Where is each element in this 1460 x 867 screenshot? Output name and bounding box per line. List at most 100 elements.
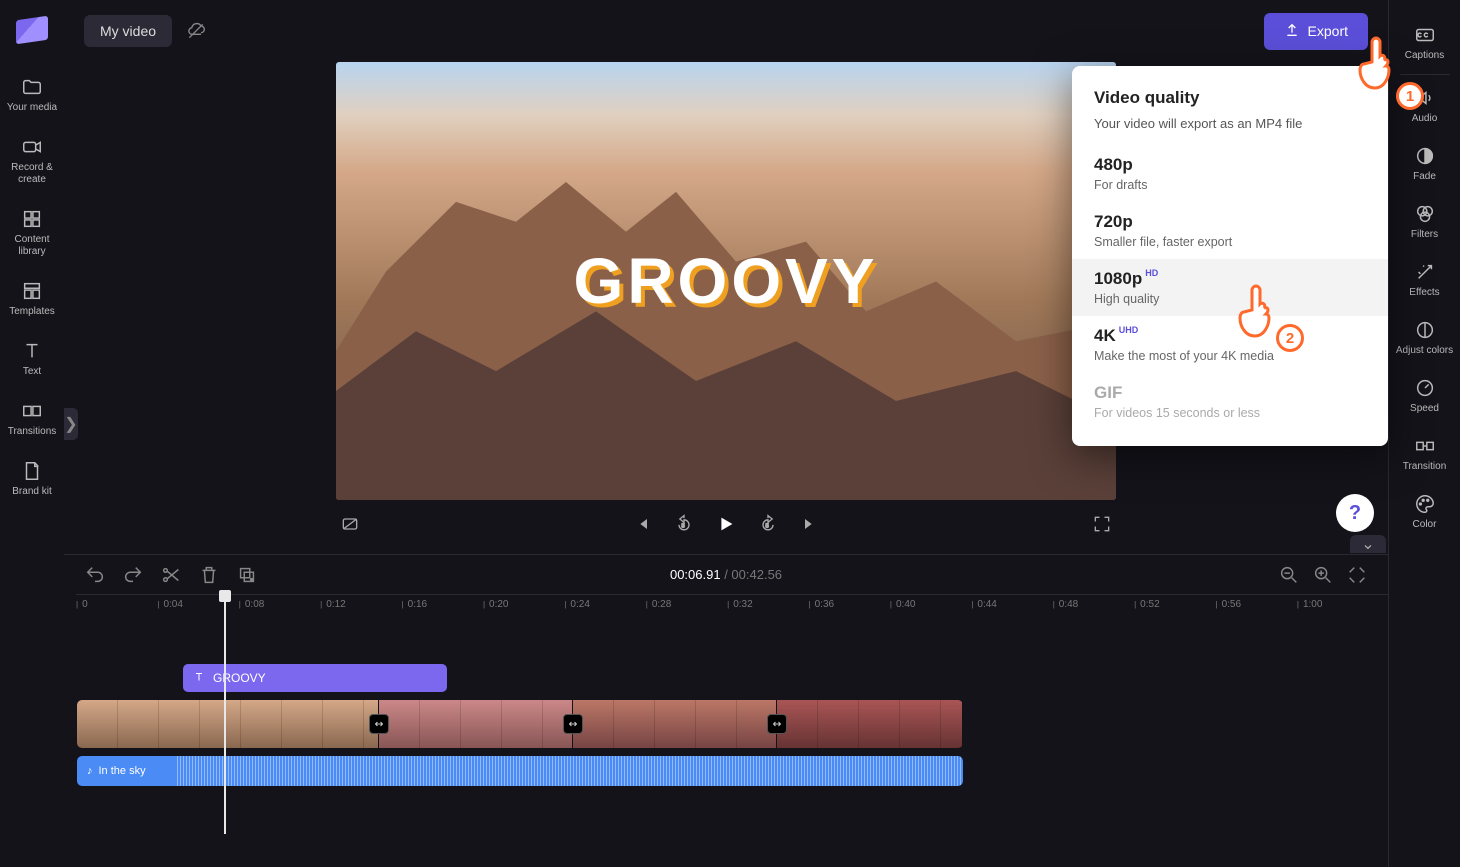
- timeline-tracks[interactable]: GROOVY ♪ In the sky: [77, 624, 1388, 844]
- nav-transition[interactable]: Transition: [1389, 425, 1460, 483]
- prev-frame-button[interactable]: [628, 510, 656, 538]
- export-label: Export: [1308, 23, 1348, 39]
- video-canvas[interactable]: GROOVY: [336, 62, 1116, 500]
- duplicate-button[interactable]: [236, 564, 258, 586]
- speed-icon: [1414, 377, 1436, 399]
- nav-filters[interactable]: Filters: [1389, 193, 1460, 251]
- forward-button[interactable]: 5: [754, 510, 782, 538]
- nav-text[interactable]: Text: [0, 332, 64, 386]
- left-sidebar: Your media Record & create Content libra…: [0, 0, 64, 867]
- svg-text:5: 5: [682, 523, 685, 529]
- app-logo[interactable]: [16, 16, 48, 44]
- q-desc: For drafts: [1094, 178, 1366, 192]
- nav-label: Captions: [1405, 50, 1444, 62]
- nav-record-create[interactable]: Record & create: [0, 128, 64, 194]
- nav-label: Templates: [9, 306, 55, 318]
- current-time: 00:06.91: [670, 567, 721, 582]
- q-label-text: 4K: [1094, 326, 1116, 346]
- nav-color[interactable]: Color: [1389, 483, 1460, 541]
- music-icon: ♪: [87, 765, 93, 777]
- quality-480p[interactable]: 480p For drafts: [1072, 145, 1388, 202]
- q-label-text: GIF: [1094, 383, 1122, 403]
- q-label-text: 480p: [1094, 155, 1133, 175]
- nav-label: Transitions: [8, 426, 57, 438]
- upload-icon: [1284, 22, 1300, 41]
- nav-label: Audio: [1412, 113, 1438, 125]
- export-quality-popup: Video quality Your video will export as …: [1072, 66, 1388, 446]
- q-desc: For videos 15 seconds or less: [1094, 406, 1366, 420]
- quality-1080p[interactable]: 1080pHD High quality: [1072, 259, 1388, 316]
- ruler-tick: 0:20: [483, 599, 509, 610]
- ruler-tick: 0:04: [157, 599, 183, 610]
- nav-label: Record & create: [0, 162, 64, 186]
- cloud-sync-icon[interactable]: [186, 21, 206, 41]
- text-icon: [21, 340, 43, 362]
- filters-icon: [1414, 203, 1436, 225]
- ruler-tick: 0:16: [402, 599, 428, 610]
- quality-4k[interactable]: 4KUHD Make the most of your 4K media: [1072, 316, 1388, 373]
- popup-title: Video quality: [1072, 88, 1388, 116]
- audio-clip[interactable]: ♪ In the sky: [77, 756, 963, 786]
- hand-pointer-icon: [1352, 36, 1400, 92]
- nav-label: Transition: [1403, 461, 1447, 473]
- playhead[interactable]: [224, 594, 226, 834]
- nav-label: Fade: [1413, 171, 1436, 183]
- nav-label: Color: [1413, 519, 1437, 531]
- camera-icon: [21, 136, 43, 158]
- nav-label: Adjust colors: [1396, 345, 1453, 357]
- nav-templates[interactable]: Templates: [0, 272, 64, 326]
- timeline-ruler[interactable]: 00:040:080:120:160:200:240:280:320:360:4…: [76, 594, 1388, 618]
- ruler-tick: 0:32: [727, 599, 753, 610]
- video-track[interactable]: [77, 700, 963, 748]
- remove-watermark-button[interactable]: [336, 510, 364, 538]
- adjust-icon: [1414, 319, 1436, 341]
- nav-fade[interactable]: Fade: [1389, 135, 1460, 193]
- q-desc: High quality: [1094, 292, 1366, 306]
- zoom-in-button[interactable]: [1312, 564, 1334, 586]
- project-title[interactable]: My video: [84, 15, 172, 47]
- nav-your-media[interactable]: Your media: [0, 68, 64, 122]
- transition-marker-icon[interactable]: [767, 714, 787, 734]
- quality-gif[interactable]: GIF For videos 15 seconds or less: [1072, 373, 1388, 430]
- nav-content-library[interactable]: Content library: [0, 200, 64, 266]
- rewind-button[interactable]: 5: [670, 510, 698, 538]
- effects-icon: [1414, 261, 1436, 283]
- q-label-text: 720p: [1094, 212, 1133, 232]
- nav-speed[interactable]: Speed: [1389, 367, 1460, 425]
- transitions-icon: [21, 400, 43, 422]
- audio-clip-label: In the sky: [99, 765, 146, 777]
- nav-transitions[interactable]: Transitions: [0, 392, 64, 446]
- video-clip-2[interactable]: [379, 700, 573, 748]
- zoom-out-button[interactable]: [1278, 564, 1300, 586]
- ruler-tick: 0:08: [239, 599, 265, 610]
- annotation-pointer-2: 2: [1232, 284, 1280, 345]
- play-button[interactable]: [712, 510, 740, 538]
- nav-adjust-colors[interactable]: Adjust colors: [1389, 309, 1460, 367]
- right-sidebar: Captions Audio Fade Filters Effects Adju…: [1388, 0, 1460, 867]
- redo-button[interactable]: [122, 564, 144, 586]
- fullscreen-button[interactable]: [1088, 510, 1116, 538]
- ruler-tick: 0:28: [646, 599, 672, 610]
- nav-label: Brand kit: [12, 486, 51, 498]
- text-clip[interactable]: GROOVY: [183, 664, 447, 692]
- delete-button[interactable]: [198, 564, 220, 586]
- quality-720p[interactable]: 720p Smaller file, faster export: [1072, 202, 1388, 259]
- undo-button[interactable]: [84, 564, 106, 586]
- nav-effects[interactable]: Effects: [1389, 251, 1460, 309]
- video-clip-4[interactable]: [777, 700, 963, 748]
- nav-brand-kit[interactable]: Brand kit: [0, 452, 64, 506]
- timecode-display: 00:06.91 / 00:42.56: [670, 567, 782, 582]
- nav-label: Your media: [7, 102, 57, 114]
- help-button[interactable]: ?: [1336, 494, 1374, 532]
- hand-pointer-icon: [1232, 284, 1280, 340]
- q-badge: UHD: [1119, 325, 1139, 335]
- transition-marker-icon[interactable]: [563, 714, 583, 734]
- transition-marker-icon[interactable]: [369, 714, 389, 734]
- video-clip-3[interactable]: [573, 700, 777, 748]
- nav-label: Effects: [1409, 287, 1439, 299]
- next-frame-button[interactable]: [796, 510, 824, 538]
- fit-timeline-button[interactable]: [1346, 564, 1368, 586]
- video-clip-1[interactable]: [77, 700, 379, 748]
- collapse-panel-button[interactable]: ⌄: [1350, 535, 1386, 553]
- split-button[interactable]: [160, 564, 182, 586]
